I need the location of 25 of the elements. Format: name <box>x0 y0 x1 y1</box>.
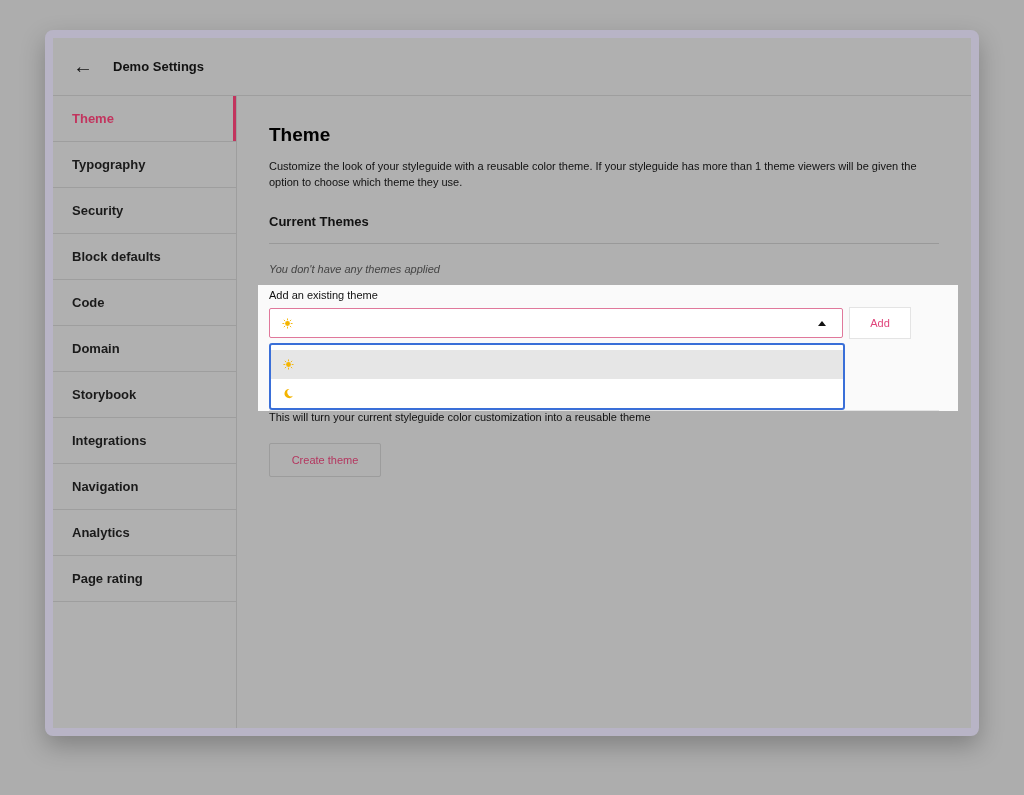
sun-icon <box>283 359 294 370</box>
sidebar-item[interactable]: Navigation <box>53 464 236 510</box>
sun-icon <box>282 317 293 329</box>
sidebar-item[interactable]: Typography <box>53 142 236 188</box>
sidebar-item[interactable]: Storybook <box>53 372 236 418</box>
description: Customize the look of your styleguide with a reusable color theme. If your styleguide has more than 1 theme viewers will be given the option to choose which theme they use. <box>269 159 918 190</box>
moon-icon <box>283 388 294 399</box>
back-button[interactable]: ← <box>73 55 93 78</box>
section-title: Current Themes <box>269 214 370 229</box>
field-label: Add an existing theme <box>269 289 379 301</box>
create-note: This will turn your current styleguide color customization into a reusable theme <box>269 411 652 423</box>
sidebar-item[interactable]: Page rating <box>53 556 236 602</box>
empty-note: You don't have any themes applied <box>269 263 441 275</box>
dropdown-option[interactable] <box>271 350 843 379</box>
add-button[interactable]: Add <box>849 307 911 339</box>
sidebar-item[interactable]: Block defaults <box>53 234 236 280</box>
page-title: Theme <box>269 124 332 146</box>
window-title: Demo Settings <box>113 59 204 74</box>
theme-select[interactable] <box>269 308 843 338</box>
sidebar-item[interactable]: Security <box>53 188 236 234</box>
sidebar-item[interactable]: Analytics <box>53 510 236 556</box>
caret-icon <box>818 320 826 326</box>
sidebar-item[interactable]: Integrations <box>53 418 236 464</box>
sidebar-item[interactable]: Code <box>53 280 236 326</box>
sidebar-item[interactable]: Domain <box>53 326 236 372</box>
